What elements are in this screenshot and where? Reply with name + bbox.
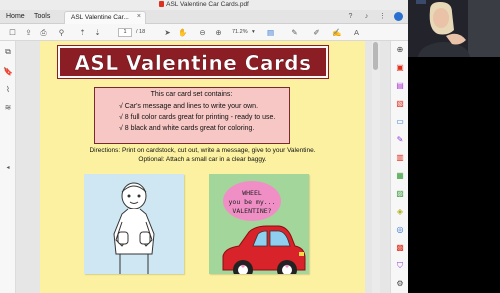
scan-icon[interactable]: ▦	[395, 171, 405, 181]
bookmark-icon[interactable]: 🔖	[3, 67, 13, 77]
left-rail: ⧉ 🔖 ⌇ ≋ ◂	[0, 41, 16, 293]
upload-icon[interactable]: ⇪	[24, 28, 33, 37]
select-cursor-icon[interactable]: ➤	[163, 28, 172, 37]
info-heading: This car card set contains:	[150, 91, 233, 98]
thumbnails-icon[interactable]: ⧉	[3, 47, 13, 57]
asl-child-illustration	[113, 182, 155, 274]
fill-sign-icon[interactable]: ▨	[395, 189, 405, 199]
banner: ASL Valentine Cards	[58, 46, 328, 78]
window-title-wrap: ASL Valentine Car Cards.pdf	[0, 1, 408, 8]
menu-home[interactable]: Home	[6, 13, 25, 20]
page-layout-icon[interactable]: ▤	[266, 28, 275, 37]
notifications-icon[interactable]: ♪	[362, 12, 371, 21]
zoom-level[interactable]: 71.2%	[232, 29, 248, 35]
zoom-dropdown-icon[interactable]: ▾	[252, 29, 255, 35]
layers-icon[interactable]: ≋	[3, 103, 13, 113]
document-tab-label: ASL Valentine Car...	[71, 14, 129, 21]
redact-icon[interactable]: ▩	[395, 243, 405, 253]
page-up-icon[interactable]: ⇡	[78, 28, 87, 37]
help-icon[interactable]: ?	[346, 12, 355, 21]
protect-icon[interactable]: ◎	[395, 225, 405, 235]
asl-sign-card	[84, 174, 184, 274]
create-pdf-icon[interactable]: ▧	[395, 99, 405, 109]
document-tab[interactable]: ASL Valentine Car... ×	[64, 11, 146, 24]
vertical-scrollbar[interactable]	[372, 41, 380, 293]
presenter-video	[408, 0, 500, 57]
account-avatar[interactable]	[394, 12, 403, 21]
presenter-video-frame	[408, 0, 500, 57]
toolbar: ☐ ⇪ ⎙ ⚲ ⇡ ⇣ 1 / 18 ➤ ✋ ⊖ ⊕ 71.2% ▾ ▤ ✎ ✐…	[0, 24, 408, 41]
scrollbar-thumb[interactable]	[373, 42, 378, 70]
pdf-page: ASL Valentine Cards This car card set co…	[40, 41, 365, 293]
info-box: This car card set contains: √ Car's mess…	[94, 87, 290, 144]
attachment-icon[interactable]: ⌇	[3, 85, 13, 95]
hand-icon[interactable]: ✋	[178, 28, 187, 37]
info-item: √ 8 black and white cards great for colo…	[119, 125, 255, 132]
apps-grid-icon[interactable]: ⋮	[378, 12, 387, 21]
comment-icon[interactable]: ✎	[290, 28, 299, 37]
directions-text: Directions: Print on cardstock, cut out,…	[89, 147, 316, 154]
combine-icon[interactable]: ✎	[395, 135, 405, 145]
organize-icon[interactable]: ▥	[395, 153, 405, 163]
banner-title: ASL Valentine Cards	[74, 51, 312, 75]
page-down-icon[interactable]: ⇣	[93, 28, 102, 37]
tab-close-icon[interactable]: ×	[137, 13, 141, 20]
valentine-car-card: WHEEL you be my... VALENTINE?	[209, 174, 309, 274]
menu-tools[interactable]: Tools	[34, 13, 50, 20]
shield-icon[interactable]: ⛉	[395, 261, 405, 271]
page-number-input[interactable]: 1	[118, 28, 132, 37]
page-total: / 18	[136, 29, 146, 35]
more-tools-icon[interactable]: ⚙	[395, 279, 405, 289]
highlight-icon[interactable]: ✐	[312, 28, 321, 37]
comment-tool-icon[interactable]: ▭	[395, 117, 405, 127]
title-bar: ASL Valentine Car Cards.pdf	[0, 0, 408, 10]
edit-pdf-icon[interactable]: ▤	[395, 81, 405, 91]
print-icon[interactable]: ⎙	[39, 28, 48, 37]
right-tools-rail: ⊕ ▣ ▤ ▧ ▭ ✎ ▥ ▦ ▨ ◈ ◎ ▩ ⛉ ⚙	[390, 41, 408, 293]
info-item: √ Car's message and lines to write your …	[119, 103, 259, 110]
draw-icon[interactable]: ✍	[332, 28, 341, 37]
export-pdf-icon[interactable]: ▣	[395, 63, 405, 73]
info-item: √ 8 full color cards great for printing …	[119, 114, 276, 121]
zoom-tool-icon[interactable]: ⊕	[395, 45, 405, 55]
red-car-illustration	[222, 225, 306, 274]
pdf-file-icon	[159, 1, 165, 7]
zoom-out-icon[interactable]: ⊖	[198, 28, 207, 37]
tab-bar: Home Tools ASL Valentine Car... × ? ♪ ⋮	[0, 10, 408, 24]
optional-text: Optional: Attach a small car in a clear …	[138, 156, 267, 163]
stamp-icon[interactable]: ◈	[395, 207, 405, 217]
zoom-in-icon[interactable]: ⊕	[214, 28, 223, 37]
new-file-icon[interactable]: ☐	[8, 28, 17, 37]
text-icon[interactable]: A	[352, 28, 361, 37]
window-title: ASL Valentine Car Cards.pdf	[166, 1, 249, 8]
acrobat-window: ASL Valentine Car Cards.pdf Home Tools A…	[0, 0, 500, 293]
collapse-left-icon[interactable]: ◂	[3, 163, 13, 173]
search-icon[interactable]: ⚲	[57, 28, 66, 37]
